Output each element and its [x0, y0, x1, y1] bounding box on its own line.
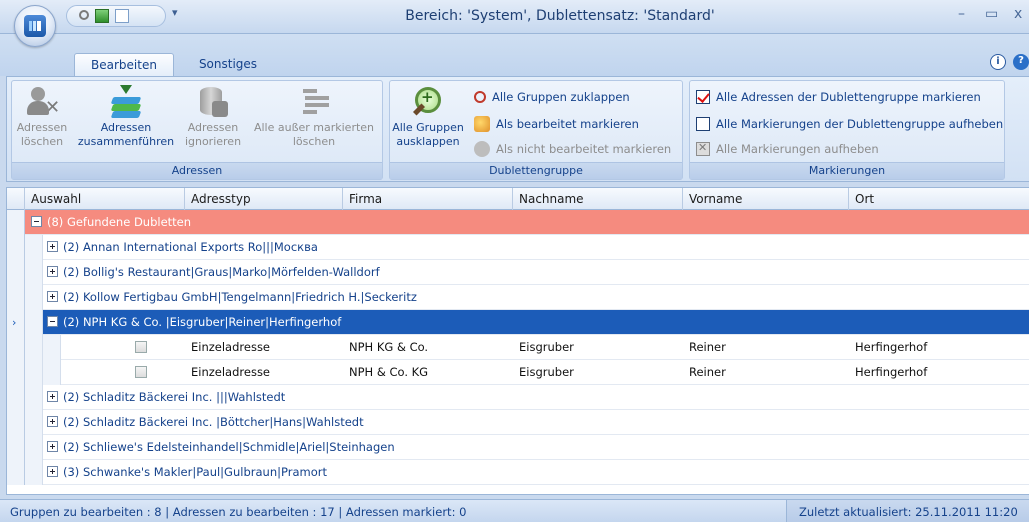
group-dublettengruppe: + Alle Gruppen ausklappen Alle Gruppen z…	[389, 80, 683, 180]
ribbon-tab-row: Bearbeiten Sonstiges i ?	[0, 34, 1029, 76]
status-counts: Gruppen zu bearbeiten : 8 | Adressen zu …	[10, 505, 467, 519]
column-header-vorname[interactable]: Vorname	[683, 188, 849, 210]
group-row[interactable]: (2) Kollow Fertigbau GmbH|Tengelmann|Fri…	[7, 285, 1029, 310]
checkbox-clear-icon	[696, 141, 710, 156]
table-row[interactable]: Einzeladresse NPH KG & Co. Eisgruber Rei…	[7, 335, 1029, 360]
select-checkbox[interactable]	[135, 366, 147, 378]
ignore-addresses-button[interactable]: Adressen ignorieren	[182, 85, 244, 149]
current-row-indicator-icon: ›	[12, 316, 17, 329]
column-header-adresstyp[interactable]: Adresstyp	[185, 188, 343, 210]
mark-unprocessed-button[interactable]: Als nicht bearbeitet markieren	[474, 139, 671, 159]
merge-addresses-button[interactable]: Adressen zusammenführen	[76, 85, 176, 149]
select-checkbox[interactable]	[135, 341, 147, 353]
qat-dropdown-icon[interactable]: ▾	[172, 6, 178, 19]
expand-icon[interactable]	[47, 291, 58, 302]
group-row[interactable]: (3) Schwanke's Makler|Paul|Gulbraun|Pram…	[7, 460, 1029, 485]
quick-access-toolbar	[66, 5, 166, 27]
info-icon[interactable]: i	[990, 54, 1006, 70]
magnify-collapse-icon	[474, 91, 486, 103]
delete-all-except-marked-button[interactable]: Alle außer markierten löschen	[250, 85, 378, 149]
group-row-root[interactable]: (8) Gefundene Dubletten	[7, 210, 1029, 235]
person-delete-icon: ✕	[25, 85, 60, 119]
row-selector-header	[7, 188, 25, 210]
help-icon[interactable]: ?	[1013, 54, 1029, 70]
group-row[interactable]: (2) Bollig's Restaurant|Graus|Marko|Mörf…	[7, 260, 1029, 285]
status-last-updated: Zuletzt aktualisiert: 25.11.2011 11:20	[786, 500, 1029, 522]
collapse-icon[interactable]	[31, 216, 42, 227]
expand-icon[interactable]	[47, 441, 58, 452]
delete-addresses-button[interactable]: ✕ Adressen löschen	[16, 85, 68, 149]
duplicates-grid[interactable]: Auswahl Adresstyp Firma Nachname Vorname…	[6, 187, 1029, 495]
tab-sonstiges[interactable]: Sonstiges	[198, 53, 258, 76]
title-bar: ▾ Bereich: 'System', Dublettensatz: 'Sta…	[0, 0, 1029, 34]
group-adressen: ✕ Adressen löschen Adressen zusammenführ…	[11, 80, 383, 180]
collapse-icon[interactable]	[47, 316, 58, 327]
list-delete-icon	[297, 85, 331, 119]
mark-processed-button[interactable]: Als bearbeitet markieren	[474, 114, 639, 134]
group-row[interactable]: (2) Annan International Exports Ro|||Мос…	[7, 235, 1029, 260]
unmark-all-button[interactable]: Alle Markierungen aufheben	[696, 139, 879, 159]
group-row[interactable]: (2) Schladitz Bäckerei Inc. |Böttcher|Ha…	[7, 410, 1029, 435]
expand-all-groups-button[interactable]: + Alle Gruppen ausklappen	[392, 85, 464, 149]
expand-icon[interactable]	[47, 266, 58, 277]
table-row[interactable]: Einzeladresse NPH & Co. KG Eisgruber Rei…	[7, 360, 1029, 385]
expand-icon[interactable]	[47, 416, 58, 427]
group-label-markierungen: Markierungen	[690, 162, 1004, 179]
mark-all-in-group-button[interactable]: Alle Adressen der Dublettengruppe markie…	[696, 87, 981, 107]
group-label-dublettengruppe: Dublettengruppe	[390, 162, 682, 179]
document-icon[interactable]	[115, 9, 129, 23]
mark-unprocessed-icon	[474, 141, 490, 157]
database-ignore-icon	[196, 85, 230, 119]
expand-icon[interactable]	[47, 466, 58, 477]
unmark-all-in-group-button[interactable]: Alle Markierungen der Dublettengruppe au…	[696, 114, 1003, 134]
expand-icon[interactable]	[47, 241, 58, 252]
collapse-all-groups-button[interactable]: Alle Gruppen zuklappen	[474, 87, 630, 107]
app-logo-icon	[24, 15, 46, 37]
grid-header: Auswahl Adresstyp Firma Nachname Vorname…	[7, 188, 1029, 210]
column-header-firma[interactable]: Firma	[343, 188, 513, 210]
tab-bearbeiten[interactable]: Bearbeiten	[74, 53, 174, 76]
export-icon[interactable]	[95, 9, 109, 23]
column-header-nachname[interactable]: Nachname	[513, 188, 683, 210]
close-button[interactable]: x	[1014, 6, 1022, 22]
merge-stack-icon	[109, 85, 143, 119]
group-markierungen: Alle Adressen der Dublettengruppe markie…	[689, 80, 1005, 180]
checkbox-empty-icon	[696, 117, 710, 131]
magnify-expand-icon: +	[411, 85, 445, 119]
group-label-adressen: Adressen	[12, 162, 382, 179]
checkbox-checked-icon	[696, 90, 710, 104]
maximize-button[interactable]: ▭	[985, 6, 998, 22]
application-menu-button[interactable]	[14, 5, 56, 47]
ribbon: ✕ Adressen löschen Adressen zusammenführ…	[6, 76, 1029, 182]
minimize-button[interactable]: –	[958, 6, 965, 22]
column-header-ort[interactable]: Ort	[849, 188, 1029, 210]
column-header-auswahl[interactable]: Auswahl	[25, 188, 185, 210]
group-row[interactable]: (2) Schliewe's Edelsteinhandel|Schmidle|…	[7, 435, 1029, 460]
mark-processed-icon	[474, 116, 490, 132]
window-title: Bereich: 'System', Dublettensatz: 'Stand…	[405, 8, 715, 24]
status-bar: Gruppen zu bearbeiten : 8 | Adressen zu …	[0, 499, 1029, 522]
expand-icon[interactable]	[47, 391, 58, 402]
group-row[interactable]: (2) Schladitz Bäckerei Inc. |||Wahlstedt	[7, 385, 1029, 410]
group-row-selected[interactable]: › (2) NPH KG & Co. |Eisgruber|Reiner|Her…	[7, 310, 1029, 335]
search-icon[interactable]	[79, 9, 89, 20]
